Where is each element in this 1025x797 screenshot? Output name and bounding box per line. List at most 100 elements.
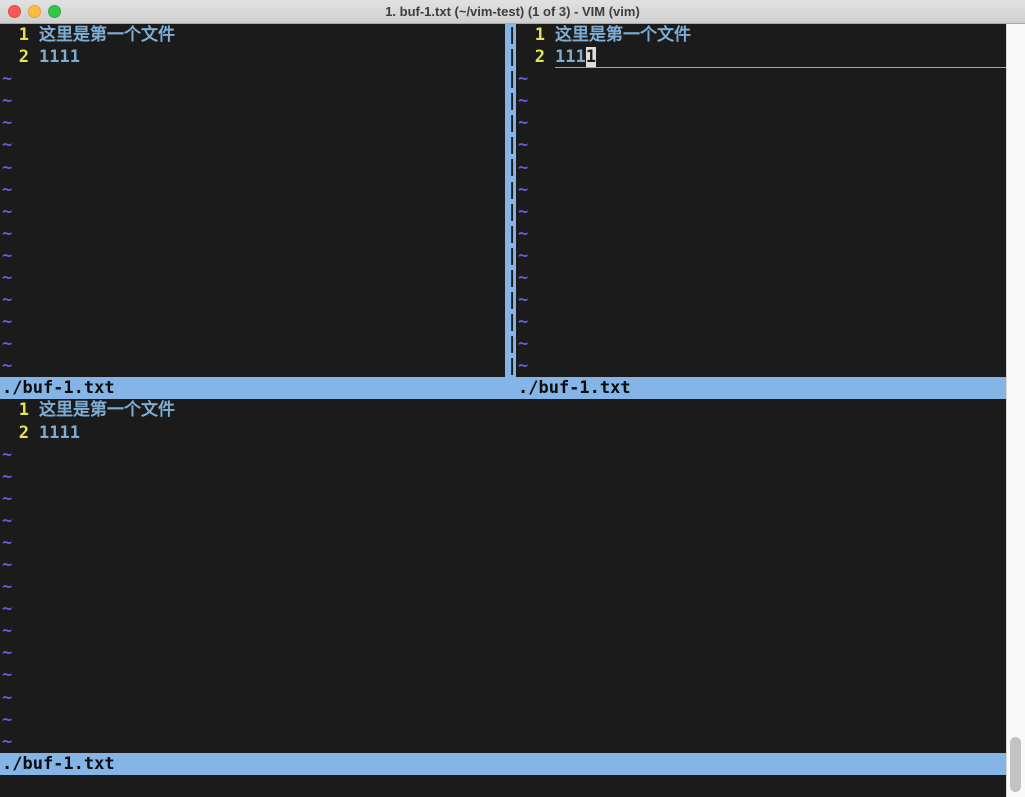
line-text: 1111 — [39, 422, 1006, 444]
tilde-marker: ~ — [0, 576, 12, 598]
top-right-window-empty-row: ~ — [516, 223, 1006, 245]
tilde-marker: ~ — [0, 289, 12, 311]
tilde-marker: ~ — [0, 355, 12, 377]
cursor-block: 1 — [586, 47, 596, 67]
close-button[interactable] — [8, 5, 21, 18]
tilde-marker: ~ — [516, 223, 528, 245]
top-left-window-empty-row: ~ — [0, 311, 505, 333]
top-left-window-empty-row: ~ — [0, 333, 505, 355]
tilde-marker: ~ — [516, 112, 528, 134]
tilde-marker: ~ — [516, 179, 528, 201]
separator-bar-glyph: | — [505, 245, 516, 267]
tilde-marker: ~ — [0, 687, 12, 709]
tilde-marker: ~ — [516, 267, 528, 289]
scrollbar-track[interactable] — [1006, 24, 1025, 797]
top-left-window-empty-row: ~ — [0, 157, 505, 179]
top-left-window-line-1[interactable]: 1这里是第一个文件 — [0, 24, 505, 46]
separator-bar-glyph: | — [505, 112, 516, 134]
tilde-marker: ~ — [0, 620, 12, 642]
top-right-window-empty-row: ~ — [516, 90, 1006, 112]
separator-bar-glyph: | — [505, 201, 516, 223]
line-text: 1111 — [39, 46, 505, 68]
bottom-window-empty-row: ~ — [0, 444, 1006, 466]
tilde-marker: ~ — [0, 245, 12, 267]
top-right-window-empty-row: ~ — [516, 68, 1006, 90]
statusline-filename-top-left: ./buf-1.txt — [2, 377, 115, 399]
tilde-marker: ~ — [0, 598, 12, 620]
bottom-window-empty-row: ~ — [0, 576, 1006, 598]
top-right-window-empty-row: ~ — [516, 355, 1006, 377]
top-left-window-empty-row: ~ — [0, 90, 505, 112]
top-right-window-empty-row: ~ — [516, 112, 1006, 134]
top-right-window-line-1[interactable]: 1 这里是第一个文件 — [516, 24, 1006, 46]
top-right-window-empty-row: ~ — [516, 134, 1006, 156]
top-right-window-empty-row: ~ — [516, 201, 1006, 223]
tilde-marker: ~ — [0, 267, 12, 289]
bottom-window-line-1[interactable]: 1这里是第一个文件 — [0, 399, 1006, 421]
statusline-bottom[interactable]: ./buf-1.txt — [0, 753, 1006, 775]
top-right-window-empty-row: ~ — [516, 267, 1006, 289]
top-right-window-empty-row: ~ — [516, 333, 1006, 355]
bottom-window-empty-row: ~ — [0, 642, 1006, 664]
command-line[interactable]: :vsp — [0, 775, 1006, 797]
top-right-window-empty-row: ~ — [516, 311, 1006, 333]
bottom-window-line-2[interactable]: 21111 — [0, 422, 1006, 444]
top-left-window-empty-row: ~ — [0, 179, 505, 201]
top-left-window-empty-row: ~ — [0, 289, 505, 311]
tilde-marker: ~ — [0, 201, 12, 223]
separator-bar-glyph: | — [505, 333, 516, 355]
bottom-window-empty-row: ~ — [0, 620, 1006, 642]
bottom-window-empty-row: ~ — [0, 731, 1006, 753]
tilde-marker: ~ — [0, 179, 12, 201]
tilde-marker: ~ — [516, 289, 528, 311]
bottom-window-empty-row: ~ — [0, 510, 1006, 532]
separator-bar-glyph: | — [505, 311, 516, 333]
separator-bar-glyph: | — [505, 179, 516, 201]
tilde-marker: ~ — [0, 333, 12, 355]
tilde-marker: ~ — [516, 157, 528, 179]
top-right-window-empty-row: ~ — [516, 157, 1006, 179]
minimize-button[interactable] — [28, 5, 41, 18]
top-left-window-empty-row: ~ — [0, 223, 505, 245]
line-text: 这里是第一个文件 — [555, 24, 1006, 46]
tilde-marker: ~ — [516, 68, 528, 90]
bottom-window-empty-row: ~ — [0, 532, 1006, 554]
statusline-top[interactable]: ./buf-1.txt ./buf-1.txt — [0, 377, 1006, 399]
window-titlebar[interactable]: 1. buf-1.txt (~/vim-test) (1 of 3) - VIM… — [0, 0, 1025, 24]
tilde-marker: ~ — [516, 90, 528, 112]
top-left-window-line-2[interactable]: 2 1111 — [0, 46, 505, 68]
separator-bar-glyph: | — [505, 68, 516, 90]
tilde-marker: ~ — [0, 134, 12, 156]
line-text: 1111 — [555, 46, 1006, 68]
bottom-window-empty-row: ~ — [0, 687, 1006, 709]
tilde-marker: ~ — [0, 68, 12, 90]
line-text: 这里是第一个文件 — [39, 399, 1006, 421]
separator-bar-glyph: | — [505, 156, 516, 178]
top-right-window-empty-row: ~ — [516, 289, 1006, 311]
top-left-window-empty-row: ~ — [0, 68, 505, 90]
vim-editor-screen[interactable]: ./buf-1.txt ./buf-1.txt ./buf-1.txt :vsp… — [0, 24, 1006, 797]
tilde-marker: ~ — [0, 157, 12, 179]
window-title: 1. buf-1.txt (~/vim-test) (1 of 3) - VIM… — [0, 0, 1025, 23]
tilde-marker: ~ — [0, 444, 12, 466]
tilde-marker: ~ — [0, 510, 12, 532]
separator-bar-glyph: | — [505, 24, 516, 46]
tilde-marker: ~ — [516, 134, 528, 156]
tilde-marker: ~ — [0, 90, 12, 112]
tilde-marker: ~ — [0, 642, 12, 664]
vertical-split-separator[interactable]: |||||||||||||||| — [505, 24, 516, 377]
top-right-window-empty-row: ~ — [516, 245, 1006, 267]
tilde-marker: ~ — [516, 311, 528, 333]
tilde-marker: ~ — [0, 664, 12, 686]
line-number: 1 — [516, 24, 545, 46]
line-number: 2 — [0, 46, 29, 68]
top-left-window-empty-row: ~ — [0, 245, 505, 267]
separator-bar-glyph: | — [505, 46, 516, 68]
top-left-window-empty-row: ~ — [0, 267, 505, 289]
scrollbar-thumb[interactable] — [1010, 737, 1021, 792]
separator-bar-glyph: | — [505, 90, 516, 112]
tilde-marker: ~ — [0, 488, 12, 510]
bottom-window-empty-row: ~ — [0, 664, 1006, 686]
top-right-window-line-2[interactable]: 21111 — [516, 46, 1006, 68]
zoom-button[interactable] — [48, 5, 61, 18]
